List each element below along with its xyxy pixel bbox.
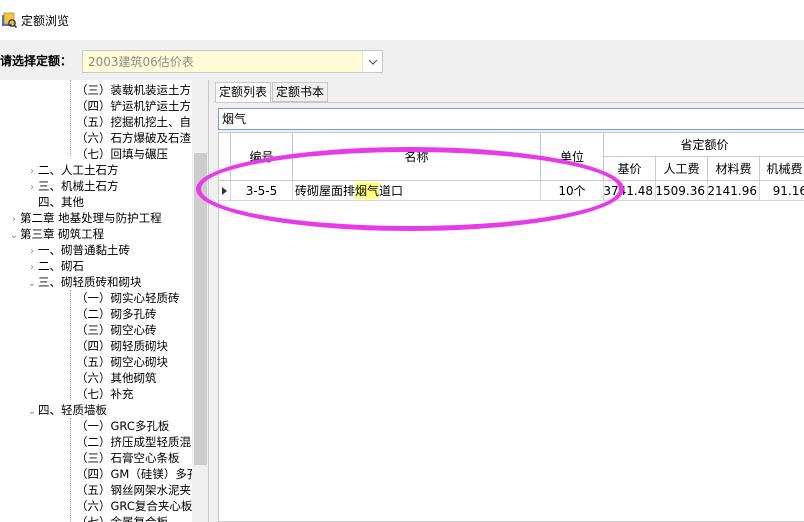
- column-header-name[interactable]: 名称: [293, 133, 541, 181]
- tree-item-label: （五）砌空心砌块: [76, 355, 168, 369]
- tree-collapse-icon[interactable]: ⌄: [8, 228, 20, 244]
- row-selector[interactable]: [219, 181, 231, 201]
- category-tree[interactable]: （三）装载机装运土方 （四）铲运机铲运土方 （五）挖掘机挖土、自 （六）石方爆破及石渣…: [0, 80, 209, 522]
- chevron-down-icon[interactable]: [362, 51, 382, 72]
- current-row-icon: [222, 186, 227, 195]
- quota-grid[interactable]: 编号 名称 单位 省定额价 基价 人工费 材料费 机械费 3-5-5 砖砌屋面排…: [218, 132, 804, 522]
- tree-item-label: （三）装载机装运土方: [76, 83, 191, 97]
- tree-guide-line: [70, 418, 71, 522]
- tree-guide-line: [70, 80, 71, 156]
- tab-strip: 定额列表 定额书本: [215, 82, 329, 103]
- tree-collapse-icon[interactable]: ⌄: [26, 404, 38, 420]
- tree-item[interactable]: （六）石方爆破及石渣: [64, 130, 191, 146]
- cell-code[interactable]: 3-5-5: [231, 181, 293, 201]
- tree-item-label: （六）其他砌筑: [76, 371, 157, 385]
- cell-name-prefix: 砖砌屋面排: [295, 184, 356, 198]
- tree-item-label: 四、其他: [38, 195, 84, 209]
- column-header-code[interactable]: 编号: [231, 133, 293, 181]
- app-icon: [1, 12, 18, 29]
- tree-item-label: （五）钢丝网架水泥夹: [76, 483, 191, 497]
- tree-item-label: （二）砌多孔砖: [76, 307, 157, 321]
- tree-item[interactable]: › 二、人工土石方: [26, 162, 119, 178]
- tree-item[interactable]: （四）GM（硅镁）多孔: [64, 466, 198, 482]
- tree-item[interactable]: （一）GRC多孔板: [64, 418, 169, 434]
- column-header-labor[interactable]: 人工费: [656, 157, 708, 181]
- tree-item-label: （三）石膏空心条板: [76, 451, 180, 465]
- tree-item[interactable]: （三）砌空心砖: [64, 322, 157, 338]
- tree-item-label: （四）砌轻质砌块: [76, 339, 168, 353]
- row-header-corner: [219, 133, 231, 181]
- tree-guide-line: [70, 290, 71, 400]
- tree-item[interactable]: （五）钢丝网架水泥夹: [64, 482, 191, 498]
- cell-machine[interactable]: 91.16: [760, 181, 804, 201]
- column-header-material[interactable]: 材料费: [708, 157, 760, 181]
- tree-item[interactable]: › 一、砌普通黏土砖: [26, 242, 130, 258]
- quota-select[interactable]: 2003建筑06估价表: [82, 50, 383, 73]
- tree-item-label: （四）GM（硅镁）多孔: [76, 467, 199, 481]
- tree-item-label: 第三章 砌筑工程: [20, 227, 105, 241]
- tree-item-label: （一）砌实心轻质砖: [76, 291, 180, 305]
- tree-item[interactable]: （五）砌空心砌块: [64, 354, 168, 370]
- tree-scrollbar[interactable]: [192, 80, 208, 522]
- tree-item-label: 二、砌石: [38, 259, 84, 273]
- tree-item[interactable]: （七）金属复合板: [64, 514, 168, 522]
- tree-item-label: （六）GRC复合夹心板: [76, 499, 193, 513]
- cell-base[interactable]: 3741.48: [604, 181, 656, 201]
- tab-quota-list[interactable]: 定额列表: [215, 82, 272, 103]
- tree-item[interactable]: （六）其他砌筑: [64, 370, 157, 386]
- tree-item[interactable]: （七）补充: [64, 386, 134, 402]
- tree-item-label: （七）回填与碾压: [76, 147, 168, 161]
- tree-item-label: 四、轻质墙板: [38, 403, 107, 417]
- cell-name-suffix: 道口: [379, 184, 404, 198]
- cell-name[interactable]: 砖砌屋面排 烟气 道口: [293, 181, 541, 201]
- column-header-machine[interactable]: 机械费: [760, 157, 804, 181]
- tree-item[interactable]: ⌄ 四、轻质墙板: [26, 402, 107, 418]
- column-header-unit[interactable]: 单位: [541, 133, 604, 181]
- tree-item-label: 三、机械土石方: [38, 179, 119, 193]
- search-input[interactable]: 烟气: [218, 108, 804, 130]
- tree-item[interactable]: （三）石膏空心条板: [64, 450, 180, 466]
- cell-unit[interactable]: 10个: [541, 181, 604, 201]
- tree-item[interactable]: （三）装载机装运土方: [64, 82, 191, 98]
- tree-item-label: 三、砌轻质砖和砌块: [38, 275, 142, 289]
- tree-item-label: （四）铲运机铲运土方: [76, 99, 191, 113]
- selector-label: 请选择定额：: [0, 53, 73, 68]
- tree-item-label: （二）挤压成型轻质混: [76, 435, 191, 449]
- tree-item-label: （七）补充: [76, 387, 134, 401]
- tree-item[interactable]: ⌄ 第三章 砌筑工程: [8, 226, 104, 242]
- tree-item[interactable]: （二）挤压成型轻质混: [64, 434, 191, 450]
- column-group-province-price: 省定额价: [604, 133, 804, 157]
- search-match-highlight: 烟气: [355, 182, 380, 199]
- tree-item-label: （七）金属复合板: [76, 515, 168, 522]
- tree-item[interactable]: › 第二章 地基处理与防护工程: [8, 210, 162, 226]
- tree-item[interactable]: 四、其他: [26, 194, 84, 210]
- quota-select-value: 2003建筑06估价表: [88, 55, 194, 69]
- tree-item[interactable]: ⌄ 三、砌轻质砖和砌块: [26, 274, 142, 290]
- tree-item[interactable]: （一）砌实心轻质砖: [64, 290, 180, 306]
- window-title: 定额浏览: [21, 13, 70, 28]
- tree-item-label: 第二章 地基处理与防护工程: [20, 211, 162, 225]
- title-bar: 定额浏览: [0, 0, 804, 40]
- column-header-base[interactable]: 基价: [604, 157, 656, 181]
- tree-item-label: （六）石方爆破及石渣: [76, 131, 191, 145]
- tree-item[interactable]: › 二、砌石: [26, 258, 84, 274]
- tree-item[interactable]: （四）砌轻质砌块: [64, 338, 168, 354]
- tree-item-label: 一、砌普通黏土砖: [38, 243, 130, 257]
- tree-collapse-icon[interactable]: ⌄: [26, 276, 38, 292]
- tree-item[interactable]: （四）铲运机铲运土方: [64, 98, 191, 114]
- tree-item[interactable]: （七）回填与碾压: [64, 146, 168, 162]
- tree-item-label: （一）GRC多孔板: [76, 419, 170, 433]
- tree-item-label: （三）砌空心砖: [76, 323, 157, 337]
- tree-scrollbar-thumb[interactable]: [194, 153, 207, 465]
- tab-quota-book[interactable]: 定额书本: [272, 82, 329, 102]
- tree-item[interactable]: › 三、机械土石方: [26, 178, 119, 194]
- tree-item[interactable]: （二）砌多孔砖: [64, 306, 157, 322]
- tree-item[interactable]: （五）挖掘机挖土、自: [64, 114, 191, 130]
- tree-item[interactable]: （六）GRC复合夹心板: [64, 498, 192, 514]
- tree-item-label: （五）挖掘机挖土、自: [76, 115, 191, 129]
- cell-material[interactable]: 2141.96: [708, 181, 760, 201]
- cell-labor[interactable]: 1509.36: [656, 181, 708, 201]
- tree-item-label: 二、人工土石方: [38, 163, 119, 177]
